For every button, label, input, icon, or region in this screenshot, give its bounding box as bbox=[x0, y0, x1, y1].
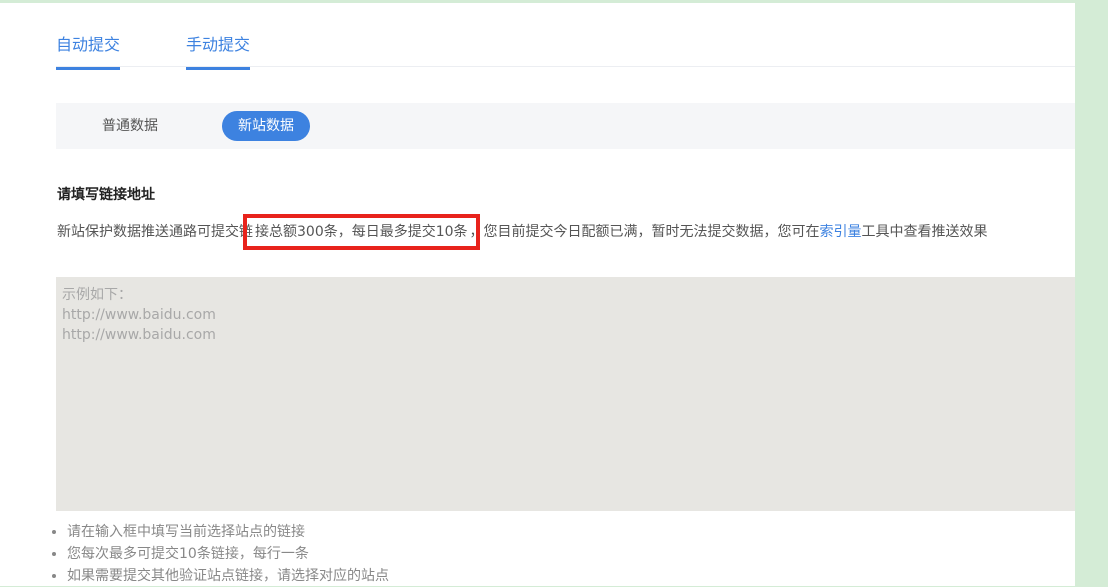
divider bbox=[56, 66, 1075, 67]
desc-text: 新站保护数据推送通路可提交链 bbox=[57, 224, 253, 240]
main-panel: 自动提交 手动提交 普通数据 新站数据 请填写链接地址 新站保护数据推送通路可提… bbox=[0, 3, 1075, 586]
tip-item: 请在输入框中填写当前选择站点的链接 bbox=[67, 521, 389, 543]
tip-item: 如果需要提交其他验证站点链接，请选择对应的站点 bbox=[67, 565, 389, 587]
subtab-normal-data[interactable]: 普通数据 bbox=[86, 111, 174, 141]
quota-description: 新站保护数据推送通路可提交链接总额300条，每日最多提交10条，您目前提交今日配… bbox=[57, 221, 988, 241]
tab-bar: 自动提交 手动提交 bbox=[56, 21, 250, 70]
tip-item: 您每次最多可提交10条链接，每行一条 bbox=[67, 543, 389, 565]
highlighted-quota: 接总额300条，每日最多提交10条 bbox=[253, 224, 470, 240]
section-heading: 请填写链接地址 bbox=[57, 184, 155, 204]
url-textarea[interactable]: 示例如下： http://www.baidu.com http://www.ba… bbox=[56, 277, 1075, 511]
desc-text: ，您目前提交今日配额已满，暂时无法提交数据，您可在 bbox=[470, 224, 820, 240]
tab-auto-submit[interactable]: 自动提交 bbox=[56, 21, 120, 70]
subtab-bar: 普通数据 新站数据 bbox=[56, 103, 1075, 149]
index-volume-link[interactable]: 索引量 bbox=[820, 224, 862, 240]
tips-list: 请在输入框中填写当前选择站点的链接 您每次最多可提交10条链接，每行一条 如果需… bbox=[47, 521, 389, 587]
desc-text: 工具中查看推送效果 bbox=[862, 224, 988, 240]
tab-manual-submit[interactable]: 手动提交 bbox=[186, 21, 250, 70]
subtab-new-site-data[interactable]: 新站数据 bbox=[222, 111, 310, 141]
